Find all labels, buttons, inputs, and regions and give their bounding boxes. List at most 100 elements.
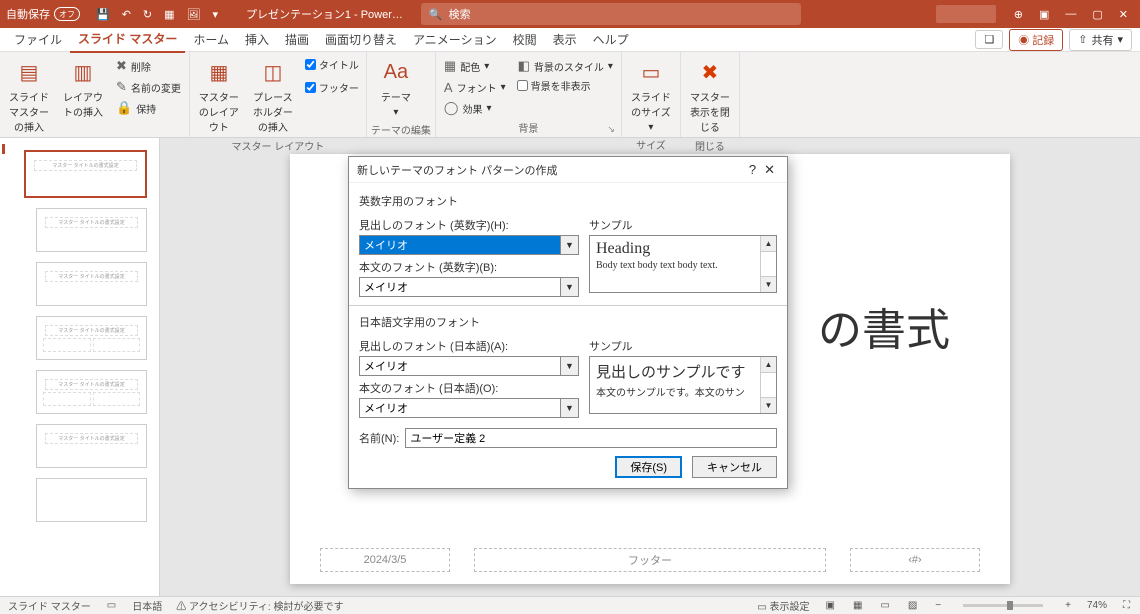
zoom-in-icon[interactable]: + <box>1063 600 1073 611</box>
tab-view[interactable]: 表示 <box>545 27 585 52</box>
zoom-out-icon[interactable]: − <box>933 600 943 611</box>
tab-transitions[interactable]: 画面切り替え <box>317 27 405 52</box>
heading-latin-input[interactable] <box>360 236 560 254</box>
zoom-level[interactable]: 74% <box>1087 600 1107 611</box>
status-mode[interactable]: スライド マスター <box>8 598 91 613</box>
tab-file[interactable]: ファイル <box>6 27 70 52</box>
undo-icon[interactable]: ↶ <box>122 8 131 21</box>
layout-thumbnail[interactable]: マスター タイトルの書式設定 <box>36 370 147 414</box>
reading-view-icon[interactable]: ▭ <box>878 600 891 611</box>
name-input[interactable] <box>405 428 777 448</box>
slideshow-view-icon[interactable]: ▨ <box>906 600 919 611</box>
effects-button[interactable]: ◯効果 ▾ <box>440 98 510 118</box>
theme-button[interactable]: Aaテーマ ▾ <box>371 56 421 120</box>
date-placeholder[interactable]: 2024/3/5 <box>320 548 450 572</box>
scroll-up-icon[interactable]: ▲ <box>761 357 776 373</box>
chevron-down-icon[interactable]: ▼ <box>560 399 578 417</box>
slide-size-button[interactable]: ▭スライドのサイズ ▾ <box>626 56 676 135</box>
preserve-button[interactable]: 🔒保持 <box>112 98 185 118</box>
collapse-ribbon-button[interactable]: ❏ <box>975 30 1003 49</box>
thumbnail-pane[interactable]: マスター タイトルの書式設定 マスター タイトルの書式設定 マスター タイトルの… <box>0 138 160 596</box>
footer-checkbox[interactable]: フッター <box>302 79 362 96</box>
layout-thumbnail[interactable]: マスター タイトルの書式設定 <box>36 262 147 306</box>
record-button[interactable]: ◉ 記録 <box>1009 29 1063 51</box>
save-button[interactable]: 保存(S) <box>615 456 682 478</box>
master-layout-button[interactable]: ▦マスターのレイアウト <box>194 56 244 136</box>
search-placeholder: 検索 <box>449 6 471 22</box>
colors-button[interactable]: ▦配色 ▾ <box>440 56 510 76</box>
hide-bg-checkbox[interactable]: 背景を非表示 <box>514 77 617 94</box>
chevron-down-icon[interactable]: ▼ <box>560 278 578 296</box>
toggle-off-icon: オフ <box>54 7 80 21</box>
chevron-down-icon[interactable]: ▼ <box>560 236 578 254</box>
qat-dropdown-icon[interactable]: ▾ <box>213 8 219 21</box>
tab-home[interactable]: ホーム <box>185 27 237 52</box>
export-image-icon[interactable]: 🖼 <box>187 8 201 21</box>
zoom-slider[interactable] <box>963 604 1043 607</box>
heading-ea-combo[interactable]: ▼ <box>359 356 579 376</box>
layout-thumbnail[interactable]: マスター タイトルの書式設定 <box>36 316 147 360</box>
scroll-up-icon[interactable]: ▲ <box>761 236 776 252</box>
tab-help[interactable]: ヘルプ <box>585 27 637 52</box>
chevron-down-icon[interactable]: ▼ <box>560 357 578 375</box>
layout-thumbnail[interactable]: マスター タイトルの書式設定 <box>36 208 147 252</box>
close-master-icon: ✖ <box>696 58 724 86</box>
quick-access-toolbar: 💾 ↶ ↻ ▦ 🖼 ▾ <box>86 8 228 21</box>
bg-styles-button[interactable]: ◧背景のスタイル ▾ <box>514 56 617 76</box>
body-ea-input[interactable] <box>360 399 560 417</box>
insert-placeholder-button[interactable]: ◫プレースホルダーの挿入 <box>248 56 298 136</box>
fit-window-icon[interactable]: ⛶ <box>1121 600 1132 611</box>
help-icon[interactable]: ? <box>745 162 760 177</box>
cancel-button[interactable]: キャンセル <box>692 456 777 478</box>
normal-view-icon[interactable]: ▣ <box>823 600 836 611</box>
save-icon[interactable]: 💾 <box>96 8 110 21</box>
rename-icon: ✎ <box>116 79 127 95</box>
name-label: 名前(N): <box>359 430 399 446</box>
body-ea-combo[interactable]: ▼ <box>359 398 579 418</box>
autosave-toggle[interactable]: 自動保存 オフ <box>0 6 86 22</box>
layout-thumbnail[interactable]: マスター タイトルの書式設定 <box>36 424 147 468</box>
notes-icon[interactable]: ▭ <box>105 600 118 611</box>
search-box[interactable]: 🔍 検索 <box>421 3 801 25</box>
display-settings[interactable]: ▭ 表示設定 <box>757 598 809 613</box>
tab-insert[interactable]: 挿入 <box>237 27 277 52</box>
insert-layout-button[interactable]: ▥レイアウトの挿入 <box>58 56 108 121</box>
theme-icon: Aa <box>382 58 410 86</box>
layout-thumbnail[interactable] <box>36 478 147 522</box>
close-icon[interactable]: ✕ <box>760 162 779 178</box>
insert-slide-master-button[interactable]: ▤スライド マスターの挿入 <box>4 56 54 136</box>
status-language[interactable]: 日本語 <box>132 598 162 613</box>
fonts-button[interactable]: Aフォント ▾ <box>440 77 510 97</box>
footer-placeholder[interactable]: フッター <box>474 548 826 572</box>
globe-icon[interactable]: ⊕ <box>1014 8 1023 21</box>
tab-draw[interactable]: 描画 <box>277 27 317 52</box>
scroll-down-icon[interactable]: ▼ <box>761 397 776 413</box>
close-window-icon[interactable]: ✕ <box>1119 8 1128 21</box>
maximize-icon[interactable]: ▢ <box>1092 8 1102 21</box>
redo-icon[interactable]: ↻ <box>143 8 152 21</box>
dialog-titlebar[interactable]: 新しいテーマのフォント パターンの作成 ? ✕ <box>349 157 787 183</box>
share-button[interactable]: ⇧ 共有 ▾ <box>1069 29 1132 51</box>
body-latin-input[interactable] <box>360 278 560 296</box>
ribbon-display-icon[interactable]: ▣ <box>1039 8 1049 21</box>
sorter-view-icon[interactable]: ▦ <box>851 600 864 611</box>
heading-ea-input[interactable] <box>360 357 560 375</box>
account-avatar[interactable] <box>936 5 996 23</box>
master-thumbnail[interactable]: マスター タイトルの書式設定 <box>24 150 147 198</box>
title-checkbox[interactable]: タイトル <box>302 56 362 73</box>
scroll-down-icon[interactable]: ▼ <box>761 276 776 292</box>
search-icon: 🔍 <box>429 8 443 21</box>
minimize-icon[interactable]: — <box>1065 8 1076 20</box>
tab-review[interactable]: 校閲 <box>505 27 545 52</box>
slideshow-icon[interactable]: ▦ <box>164 8 174 21</box>
body-latin-combo[interactable]: ▼ <box>359 277 579 297</box>
tab-animations[interactable]: アニメーション <box>405 27 505 52</box>
accessibility-status[interactable]: ⚠ アクセシビリティ: 検討が必要です <box>176 598 343 613</box>
heading-latin-combo[interactable]: ▼ <box>359 235 579 255</box>
dialog-launcher-icon[interactable]: ↘ <box>607 124 615 135</box>
slide-number-placeholder[interactable]: ‹#› <box>850 548 980 572</box>
close-master-button[interactable]: ✖マスター表示を閉じる <box>685 56 735 136</box>
rename-button[interactable]: ✎名前の変更 <box>112 77 185 97</box>
delete-button[interactable]: ✖削除 <box>112 56 185 76</box>
tab-slide-master[interactable]: スライド マスター <box>70 26 185 53</box>
